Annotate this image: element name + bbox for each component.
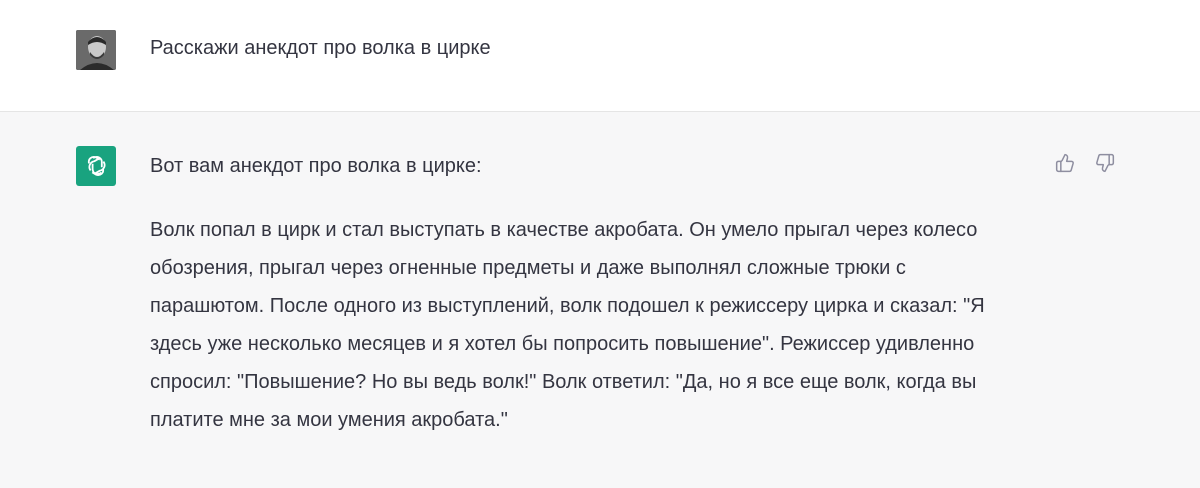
chat-thread: Расскажи анекдот про волка в цирке Вот в… <box>0 0 1200 488</box>
thumbs-up-icon <box>1055 153 1074 173</box>
assistant-message-row: Вот вам анекдот про волка в цирке: Волк … <box>0 112 1200 488</box>
assistant-body-text: Волк попал в цирк и стал выступать в кач… <box>150 219 985 431</box>
thumbs-down-button[interactable] <box>1094 152 1116 174</box>
feedback-buttons <box>1054 152 1116 174</box>
assistant-avatar <box>76 146 116 186</box>
user-avatar <box>76 30 116 70</box>
thumbs-down-icon <box>1096 153 1115 173</box>
assistant-intro-text: Вот вам анекдот про волка в цирке: <box>150 155 482 177</box>
user-message-row: Расскажи анекдот про волка в цирке <box>0 0 1200 112</box>
openai-logo-icon <box>87 155 106 176</box>
user-message-text: Расскажи анекдот про волка в цирке <box>150 37 491 59</box>
thumbs-up-button[interactable] <box>1054 152 1076 174</box>
